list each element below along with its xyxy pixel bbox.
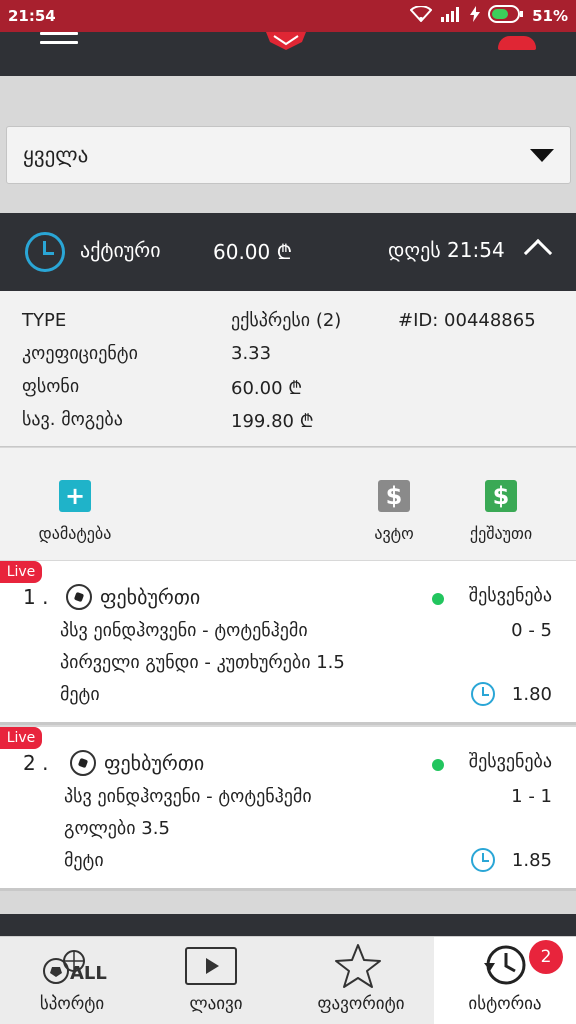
filter-selected-value: ყველა [23, 143, 89, 167]
clock-icon [471, 848, 495, 872]
chevron-up-icon[interactable] [523, 238, 553, 268]
nav-history[interactable]: 2 ისტორია [434, 937, 576, 1024]
detail-label-win: სავ. მოგება [22, 409, 123, 430]
bet-status: აქტიური [80, 238, 161, 262]
detail-label-coef: კოეფიციენტი [22, 343, 138, 364]
bet-date: დღეს 21:54 [388, 238, 505, 262]
nav-favorites[interactable]: ფავორიტი [288, 937, 434, 1024]
football-icon [66, 584, 92, 610]
status-time: 21:54 [8, 7, 56, 25]
status-dot-icon [432, 759, 444, 771]
cashout-button[interactable]: $ ქეშაუთი [458, 480, 544, 543]
detail-value-type: ექსპრესი (2) [231, 310, 342, 331]
match-name: პსვ ეინდჰოვენი - ტოტენჰემი [64, 786, 312, 807]
nav-live[interactable]: ლაივი [144, 937, 288, 1024]
bet-amount: 60.00 ₾ [213, 240, 293, 264]
clock-icon [471, 682, 495, 706]
logo-icon[interactable] [264, 32, 308, 50]
event-number: 1 . [23, 585, 49, 609]
bet-event-card[interactable]: Live 1 . ფეხბურთი შესვენება პსვ ეინდჰოვე… [0, 561, 576, 725]
wifi-icon [409, 5, 433, 26]
clock-icon [25, 232, 65, 272]
sports-all-icon: ALL [42, 949, 107, 985]
add-button[interactable]: + დამატება [30, 480, 120, 543]
event-number: 2 . [23, 751, 49, 775]
football-icon [70, 750, 96, 776]
bet-actions: + დამატება $ ავტო $ ქეშაუთი [0, 448, 576, 560]
bet-event-card[interactable]: Live 2 . ფეხბურთი შესვენება პსვ ეინდჰოვე… [0, 727, 576, 891]
nav-sports[interactable]: ALL სპორტი [0, 937, 144, 1024]
bottom-nav: ALL სპორტი ლაივი ფავორიტი 2 ისტორია [0, 936, 576, 1024]
nav-favorites-label: ფავორიტი [317, 994, 405, 1014]
match-score: 1 - 1 [511, 786, 552, 807]
status-bar: 21:54 51% [0, 0, 576, 32]
auto-button[interactable]: $ ავტო [354, 480, 434, 543]
plus-icon: + [59, 480, 91, 512]
detail-value-stake: 60.00 ₾ [231, 378, 303, 399]
play-icon [185, 947, 237, 985]
battery-percent: 51% [532, 7, 568, 25]
live-badge: Live [0, 727, 42, 749]
next-bet-header[interactable] [0, 914, 576, 936]
add-label: დამატება [38, 524, 112, 543]
nav-history-label: ისტორია [468, 994, 542, 1014]
charging-icon [470, 6, 481, 26]
event-status: შესვენება [468, 585, 552, 606]
star-icon [334, 943, 382, 989]
sports-all-text: ALL [70, 963, 107, 984]
history-icon [482, 943, 528, 987]
dropdown-arrow-icon [530, 148, 554, 162]
bet-details: TYPE ექსპრესი (2) #ID: 00448865 კოეფიციე… [0, 291, 576, 447]
market-name: პირველი გუნდი - კუთხურები 1.5 [60, 652, 345, 673]
cashout-label: ქეშაუთი [469, 524, 533, 543]
history-badge: 2 [529, 940, 563, 974]
sport-name: ფეხბურთი [100, 585, 201, 609]
dollar-icon: $ [485, 480, 517, 512]
match-name: პსვ ეინდჰოვენი - ტოტენჰემი [60, 620, 308, 641]
auto-label: ავტო [374, 524, 414, 543]
dollar-icon: $ [378, 480, 410, 512]
selection-odds: 1.85 [511, 850, 552, 871]
selection-name: მეტი [60, 684, 100, 705]
menu-icon[interactable] [40, 32, 78, 48]
selection-odds: 1.80 [511, 684, 552, 705]
detail-label-type: TYPE [22, 310, 67, 331]
live-badge: Live [0, 561, 42, 583]
selection-name: მეტი [64, 850, 104, 871]
signal-icon [440, 6, 462, 26]
bet-summary-bar[interactable]: აქტიური 60.00 ₾ დღეს 21:54 [0, 213, 576, 291]
detail-value-coef: 3.33 [231, 343, 272, 364]
battery-icon [488, 5, 524, 27]
status-dot-icon [432, 593, 444, 605]
market-name: გოლები 3.5 [64, 818, 170, 839]
profile-icon[interactable] [498, 36, 536, 50]
match-score: 0 - 5 [511, 620, 552, 641]
nav-live-label: ლაივი [189, 994, 243, 1014]
detail-value-win: 199.80 ₾ [231, 411, 314, 432]
app-header [0, 32, 576, 76]
nav-sports-label: სპორტი [39, 994, 105, 1014]
filter-dropdown[interactable]: ყველა [6, 126, 571, 184]
bet-id: #ID: 00448865 [398, 310, 536, 331]
event-status: შესვენება [468, 751, 552, 772]
detail-label-stake: ფსონი [22, 376, 80, 397]
sport-name: ფეხბურთი [104, 751, 205, 775]
